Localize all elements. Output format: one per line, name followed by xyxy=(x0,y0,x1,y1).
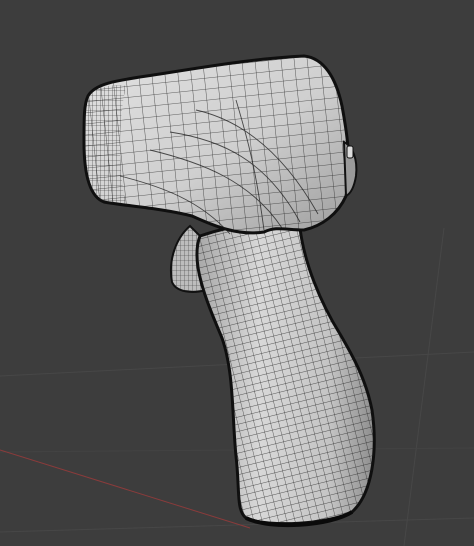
nose-mesh xyxy=(84,85,126,204)
rear-button-detail xyxy=(346,145,354,159)
3d-viewport[interactable] xyxy=(0,0,474,546)
x-axis-line xyxy=(0,449,251,529)
mesh-object[interactable] xyxy=(82,54,376,528)
